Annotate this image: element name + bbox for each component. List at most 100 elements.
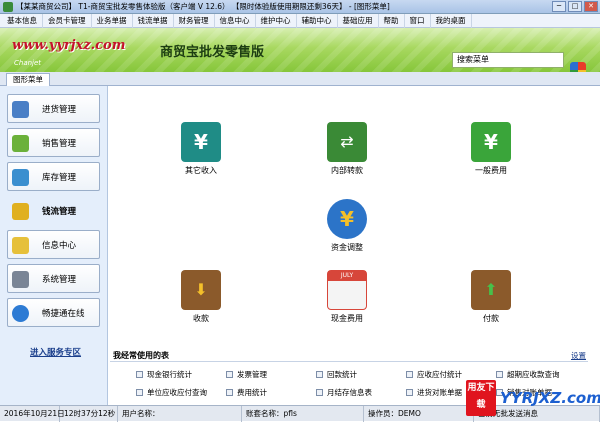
report-icon — [316, 371, 323, 378]
favorite-label: 超期应收款查询 — [507, 370, 560, 379]
purchase-icon — [12, 101, 29, 118]
title-bar: 【某某商贸公司】 T1-商贸宝批发零售体验版（客户端 V 12.6） 【限时体验… — [0, 0, 600, 14]
status-user: 用户名称： — [118, 405, 242, 422]
sidebar-item-label: 销售管理 — [42, 139, 77, 149]
banner-logo: www.yyrjxz.com — [12, 38, 126, 53]
system-icon — [12, 271, 29, 288]
favorite-item[interactable]: 超期应收款查询 — [496, 369, 560, 380]
favorite-label: 进货对账单据 — [417, 388, 462, 397]
product-title: 商贸宝批发零售版 — [160, 45, 265, 60]
menu-item[interactable]: 钱流单据 — [133, 13, 174, 28]
favorites-settings-link[interactable]: 设置 — [571, 350, 586, 361]
chest-out-icon: ⬆ — [471, 270, 511, 310]
favorite-label: 费用统计 — [237, 388, 267, 397]
menu-item[interactable]: 基本信息 — [2, 13, 43, 28]
tab-graphic-menu[interactable]: 图形菜单 — [6, 73, 50, 86]
tile-label: 其它收入 — [185, 166, 217, 175]
cart-icon — [12, 135, 29, 152]
menu-item[interactable]: 辅助中心 — [297, 13, 338, 28]
menu-item[interactable]: 帮助 — [379, 13, 405, 28]
tile-label: 收款 — [193, 314, 209, 323]
report-icon — [316, 389, 323, 396]
tile-label: 资金调整 — [331, 243, 363, 252]
favorite-label: 现金银行统计 — [147, 370, 192, 379]
tile-receipt[interactable]: ⬇ 收款 — [171, 270, 231, 324]
status-time: 12时37分12秒 — [60, 405, 118, 422]
tile-payment[interactable]: ⬆ 付款 — [461, 270, 521, 324]
minimize-button[interactable]: ─ — [552, 1, 566, 12]
transfer-icon: ⇄ — [327, 122, 367, 162]
report-icon — [136, 371, 143, 378]
favorites-header: 我经常使用的表 — [113, 351, 169, 360]
report-icon — [226, 371, 233, 378]
service-zone-link[interactable]: 进入服务专区 — [30, 346, 81, 358]
menu-search-input[interactable]: 搜索菜单 — [452, 52, 564, 68]
status-account: 账套名称：pfls — [242, 405, 364, 422]
favorite-item[interactable]: 进货对账单据 — [406, 387, 462, 398]
sidebar-item-inventory[interactable]: 库存管理 — [7, 162, 100, 191]
calendar-coin-icon: JULY — [327, 270, 367, 310]
tile-label: 内部转款 — [331, 166, 363, 175]
tile-fund-adjustment[interactable]: ¥ 资金调整 — [317, 199, 377, 253]
tile-other-income[interactable]: ¥ 其它收入 — [171, 122, 231, 176]
window-title: 【某某商贸公司】 T1-商贸宝批发零售体验版（客户端 V 12.6） 【限时体验… — [16, 2, 390, 11]
calendar-header: JULY — [328, 271, 366, 281]
sidebar-item-label: 库存管理 — [42, 173, 77, 183]
favorite-item[interactable]: 费用统计 — [226, 387, 267, 398]
close-button[interactable]: ✕ — [584, 1, 598, 12]
coin-adjust-icon: ¥ — [327, 199, 367, 239]
favorite-item[interactable]: 应收应付统计 — [406, 369, 462, 380]
app-logo-icon — [3, 2, 13, 12]
sidebar-item-money-flow[interactable]: 钱流管理 — [7, 196, 100, 225]
favorite-item[interactable]: 回款统计 — [316, 369, 357, 380]
favorite-label: 单位应收应付查询 — [147, 388, 207, 397]
sidebar-item-online[interactable]: 畅捷通在线 — [7, 298, 100, 327]
watermark: 用友下载 YYRJXZ.com — [466, 380, 600, 418]
menu-item[interactable]: 财务管理 — [174, 13, 215, 28]
tile-label: 一般费用 — [475, 166, 507, 175]
favorite-item[interactable]: 现金银行统计 — [136, 369, 192, 380]
watermark-text: YYRJXZ.com — [500, 389, 600, 407]
report-icon — [136, 389, 143, 396]
sidebar-item-purchase[interactable]: 进货管理 — [7, 94, 100, 123]
favorite-label: 发票管理 — [237, 370, 267, 379]
mail-icon — [12, 237, 29, 254]
sidebar-item-label: 进货管理 — [42, 105, 77, 115]
tile-internal-transfer[interactable]: ⇄ 内部转款 — [317, 122, 377, 176]
graphic-menu-panel: ¥ 其它收入 ⇄ 内部转款 ¥ 一般费用 ¥ 资金调整 ⬇ 收款 JULY 现金… — [109, 86, 600, 405]
menu-item[interactable]: 会员卡管理 — [43, 13, 92, 28]
watermark-logo: 用友下载 — [466, 380, 496, 416]
tab-strip: 图形菜单 — [0, 72, 600, 86]
sidebar-item-system[interactable]: 系统管理 — [7, 264, 100, 293]
tile-label: 付款 — [483, 314, 499, 323]
maximize-button[interactable]: □ — [568, 1, 582, 12]
favorite-item[interactable]: 月结存信息表 — [316, 387, 372, 398]
menu-bar: 基本信息 会员卡管理 业务单据 钱流单据 财务管理 信息中心 维护中心 辅助中心 基础应用 帮助窗… — [0, 13, 600, 28]
sidebar-item-label: 畅捷通在线 — [42, 309, 85, 319]
menu-item[interactable]: 业务单据 — [92, 13, 133, 28]
favorite-item[interactable]: 发票管理 — [226, 369, 267, 380]
menu-item[interactable]: 窗口 — [405, 13, 431, 28]
menu-item[interactable]: 基础应用 — [338, 13, 379, 28]
yen-green-icon: ¥ — [471, 122, 511, 162]
yen-card-icon: ¥ — [181, 122, 221, 162]
favorite-label: 回款统计 — [327, 370, 357, 379]
favorite-label: 月结存信息表 — [327, 388, 372, 397]
app-grid-icon[interactable] — [570, 62, 586, 72]
sidebar-item-info-center[interactable]: 信息中心 — [7, 230, 100, 259]
sidebar-item-sales[interactable]: 销售管理 — [7, 128, 100, 157]
tile-cash-expense[interactable]: JULY 现金费用 — [317, 270, 377, 324]
sidebar-item-label: 钱流管理 — [42, 207, 77, 217]
menu-item[interactable]: 维护中心 — [256, 13, 297, 28]
menu-item[interactable]: 信息中心 — [215, 13, 256, 28]
favorites-divider — [110, 361, 588, 362]
sidebar-item-label: 系统管理 — [42, 275, 77, 285]
report-icon — [496, 371, 503, 378]
status-date: 2016年10月21日 — [0, 405, 65, 422]
favorite-item[interactable]: 单位应收应付查询 — [136, 387, 207, 398]
menu-item[interactable]: 我的桌面 — [431, 13, 472, 28]
brand-name: Chanjet — [14, 59, 42, 67]
tile-general-expense[interactable]: ¥ 一般费用 — [461, 122, 521, 176]
globe-icon — [12, 305, 29, 322]
sidebar-item-label: 信息中心 — [42, 241, 77, 251]
